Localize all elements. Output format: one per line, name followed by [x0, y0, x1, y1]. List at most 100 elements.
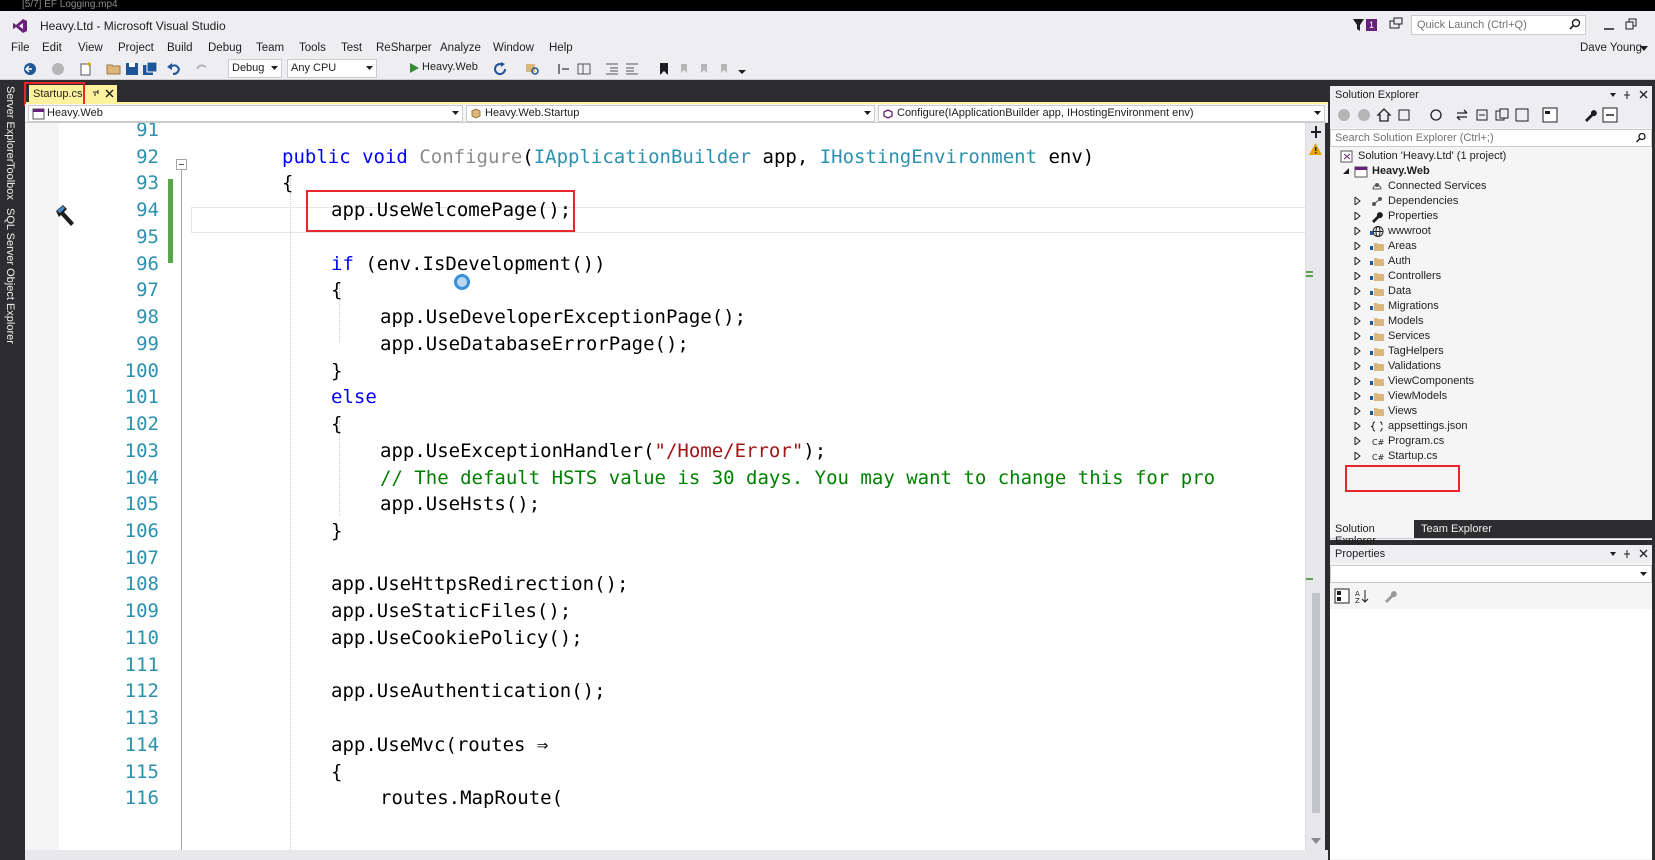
minimize-icon[interactable] — [1603, 19, 1615, 31]
hammer-quick-action-icon[interactable] — [52, 203, 78, 229]
solution-configuration-select[interactable]: Debug — [228, 59, 282, 78]
property-pages-wrench-icon[interactable] — [1382, 588, 1398, 604]
menu-edit[interactable]: Edit — [42, 42, 62, 54]
properties-wrench-icon[interactable] — [1582, 107, 1598, 123]
sync-icon[interactable] — [1454, 107, 1470, 123]
menu-help[interactable]: Help — [549, 42, 573, 54]
bookmark-prev-icon[interactable] — [676, 61, 692, 77]
menu-resharper[interactable]: ReSharper — [376, 42, 432, 54]
alphabetical-icon[interactable]: AZ — [1354, 588, 1370, 604]
collapsed-arrow-icon[interactable] — [1354, 422, 1361, 430]
menu-window[interactable]: Window — [493, 42, 534, 54]
open-file-icon[interactable] — [106, 61, 122, 77]
toolbar-overflow-icon[interactable] — [734, 61, 750, 77]
editor-horizontal-scrollbar[interactable] — [25, 850, 1328, 860]
solution-explorer-search-input[interactable]: Search Solution Explorer (Ctrl+;) — [1330, 129, 1652, 147]
switch-views-icon[interactable] — [1396, 107, 1412, 123]
find-in-files-icon[interactable] — [524, 61, 540, 77]
collapsed-arrow-icon[interactable] — [1354, 197, 1361, 205]
notification-count-badge[interactable]: 1 — [1366, 19, 1377, 31]
quick-launch-input[interactable]: Quick Launch (Ctrl+Q) — [1411, 15, 1586, 35]
copy-icon[interactable] — [1494, 107, 1510, 123]
menu-test[interactable]: Test — [341, 42, 362, 54]
collapse-region-toggle[interactable] — [176, 159, 187, 170]
save-icon[interactable] — [124, 61, 140, 77]
preview-selected-icon[interactable] — [1542, 107, 1558, 123]
collapse-all-icon[interactable] — [1474, 107, 1490, 123]
back-icon[interactable] — [1336, 107, 1352, 123]
tab-startup-cs[interactable]: Startup.cs — [29, 85, 117, 104]
collapsed-arrow-icon[interactable] — [1354, 377, 1361, 385]
menu-analyze[interactable]: Analyze — [440, 42, 481, 54]
show-all-files-icon[interactable] — [1514, 107, 1530, 123]
toolbox-tab[interactable]: Toolbox — [4, 162, 16, 200]
layout-icon[interactable] — [576, 61, 592, 77]
menu-tools[interactable]: Tools — [299, 42, 326, 54]
collapsed-arrow-icon[interactable] — [1354, 257, 1361, 265]
glyph-margin[interactable] — [25, 123, 59, 850]
pin-icon[interactable] — [91, 88, 101, 98]
collapsed-arrow-icon[interactable] — [1354, 407, 1361, 415]
collapsed-arrow-icon[interactable] — [1354, 272, 1361, 280]
collapsed-arrow-icon[interactable] — [1354, 227, 1361, 235]
back-icon[interactable] — [22, 61, 38, 77]
restore-icon[interactable] — [1625, 18, 1637, 30]
refresh-icon[interactable] — [492, 61, 508, 77]
collapsed-arrow-icon[interactable] — [1354, 437, 1361, 445]
menu-debug[interactable]: Debug — [208, 42, 242, 54]
collapsed-arrow-icon[interactable] — [1354, 362, 1361, 370]
solution-tree[interactable]: Solution 'Heavy.Ltd' (1 project) Heavy.W… — [1330, 149, 1652, 539]
tab-team-explorer[interactable]: Team Explorer — [1416, 520, 1500, 538]
collapsed-arrow-icon[interactable] — [1354, 317, 1361, 325]
collapsed-arrow-icon[interactable] — [1354, 212, 1361, 220]
start-debugging-button[interactable]: Heavy.Web — [404, 59, 484, 78]
bookmark-icon[interactable] — [656, 61, 672, 77]
sql-server-object-explorer-tab[interactable]: SQL Server Object Explorer — [4, 208, 16, 344]
pending-changes-icon[interactable] — [1428, 107, 1444, 123]
search-icon[interactable] — [1635, 132, 1647, 144]
minus-icon[interactable] — [1602, 107, 1618, 123]
feedback-icon[interactable] — [1388, 17, 1404, 33]
home-icon[interactable] — [1376, 107, 1392, 123]
search-icon[interactable] — [1568, 18, 1582, 32]
collapsed-arrow-icon[interactable] — [1354, 302, 1361, 310]
undo-icon[interactable] — [166, 61, 182, 77]
new-project-icon[interactable] — [78, 61, 94, 77]
menu-file[interactable]: File — [11, 42, 30, 54]
properties-grid[interactable] — [1330, 609, 1652, 859]
scroll-thumb[interactable] — [1312, 593, 1320, 813]
editor-vertical-scrollbar[interactable] — [1305, 123, 1325, 850]
expanded-arrow-icon[interactable] — [1342, 167, 1349, 175]
type-dropdown[interactable]: Heavy.Web.Startup — [466, 105, 875, 122]
collapsed-arrow-icon[interactable] — [1354, 452, 1361, 460]
solution-platform-select[interactable]: Any CPU — [287, 59, 377, 78]
chevron-down-icon[interactable] — [1311, 838, 1321, 845]
indent-icon[interactable] — [604, 61, 620, 77]
collapsed-arrow-icon[interactable] — [1354, 392, 1361, 400]
project-dropdown[interactable]: Heavy.Web — [28, 105, 463, 122]
menu-view[interactable]: View — [78, 42, 103, 54]
collapsed-arrow-icon[interactable] — [1354, 287, 1361, 295]
collapsed-arrow-icon[interactable] — [1354, 242, 1361, 250]
properties-object-select[interactable] — [1330, 565, 1652, 583]
save-all-icon[interactable] — [142, 61, 158, 77]
code-editor[interactable]: 91 92 93 94 95 96 97 98 99 100 101 102 1… — [25, 123, 1305, 850]
collapsed-arrow-icon[interactable] — [1354, 347, 1361, 355]
collapsed-arrow-icon[interactable] — [1354, 332, 1361, 340]
menu-team[interactable]: Team — [256, 42, 284, 54]
tab-solution-explorer[interactable]: Solution Explorer — [1330, 520, 1414, 547]
close-icon[interactable] — [105, 89, 114, 98]
chevron-down-icon[interactable] — [1640, 46, 1648, 52]
outdent-icon[interactable] — [624, 61, 640, 77]
menu-project[interactable]: Project — [118, 42, 154, 54]
categorized-icon[interactable] — [1334, 588, 1350, 604]
forward-icon[interactable] — [50, 61, 66, 77]
account-name[interactable]: Dave Young — [1580, 42, 1642, 54]
clear-bookmarks-icon[interactable] — [716, 61, 732, 77]
redo-icon[interactable] — [194, 61, 210, 77]
menu-build[interactable]: Build — [167, 42, 193, 54]
split-editor-icon[interactable] — [1310, 126, 1322, 138]
warning-icon[interactable] — [1309, 143, 1322, 155]
server-explorer-tab[interactable]: Server Explorer — [4, 86, 16, 162]
member-dropdown[interactable]: Configure(IApplicationBuilder app, IHost… — [878, 105, 1325, 122]
